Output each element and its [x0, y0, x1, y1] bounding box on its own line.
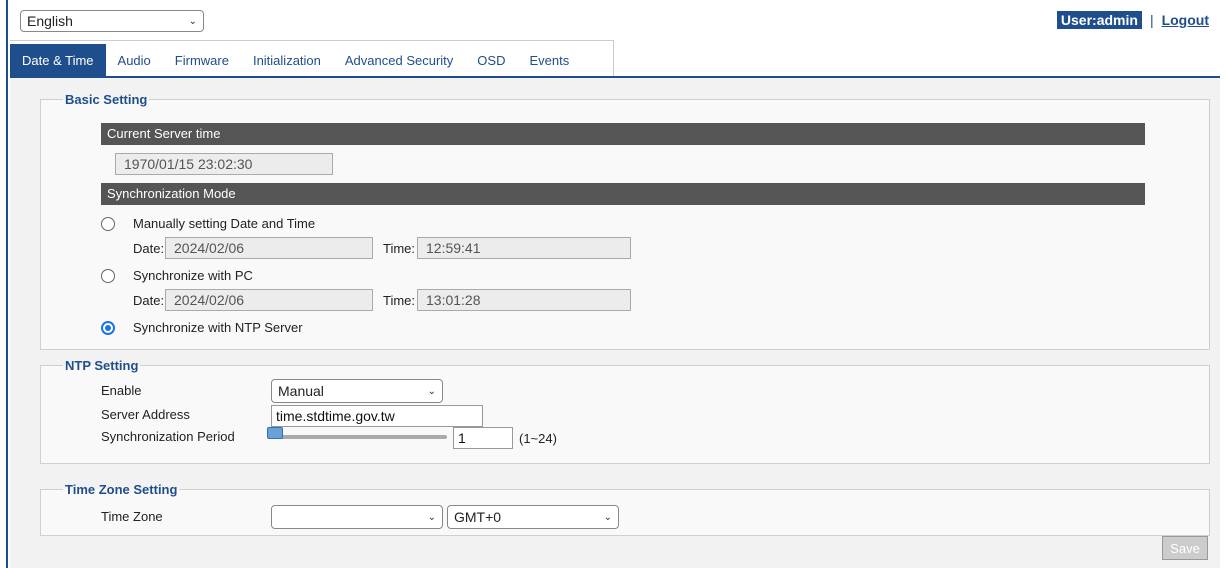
- manual-label: Manually setting Date and Time: [133, 216, 316, 231]
- time-zone-label: Time Zone: [101, 509, 163, 524]
- manual-date-field: 2024/02/06: [165, 237, 373, 259]
- sync-mode-header: Synchronization Mode: [101, 183, 1145, 205]
- basic-setting-section: Basic Setting Current Server time 1970/0…: [40, 92, 1210, 350]
- chevron-down-icon: ⌄: [603, 511, 612, 523]
- manual-time-field: 12:59:41: [417, 237, 631, 259]
- tab-events[interactable]: Events: [517, 44, 582, 76]
- pc-time-label: Time:: [383, 293, 416, 308]
- ntp-setting-section: NTP Setting Enable Manual ⌄ Server Addre…: [40, 358, 1210, 464]
- separator: |: [1149, 12, 1154, 28]
- tab-date-time[interactable]: Date & Time: [10, 44, 106, 76]
- tabs-right-border: [613, 40, 614, 76]
- server-address-input[interactable]: time.stdtime.gov.tw: [271, 405, 483, 427]
- pc-date-label: Date:: [133, 293, 165, 308]
- tab-audio[interactable]: Audio: [105, 44, 163, 76]
- sync-period-range: (1~24): [519, 431, 557, 446]
- language-select-value: English: [27, 13, 73, 29]
- current-server-time-field: 1970/01/15 23:02:30: [115, 153, 333, 175]
- left-edge: [0, 0, 8, 568]
- user-area: User:admin | Logout: [1056, 11, 1209, 29]
- sync-period-slider-thumb[interactable]: [267, 427, 283, 439]
- pc-date-field: 2024/02/06: [165, 289, 373, 311]
- ntp-setting-legend: NTP Setting: [65, 358, 139, 373]
- chevron-down-icon: ⌄: [427, 385, 436, 397]
- time-zone-section: Time Zone Setting Time Zone ⌄ GMT+0 ⌄: [40, 482, 1210, 536]
- time-zone-offset-select[interactable]: GMT+0 ⌄: [447, 505, 619, 529]
- sync-period-input[interactable]: 1: [453, 427, 513, 449]
- tab-advanced-security[interactable]: Advanced Security: [332, 44, 466, 76]
- chevron-down-icon: ⌄: [427, 511, 436, 523]
- save-button[interactable]: Save: [1162, 536, 1208, 560]
- enable-select-value: Manual: [278, 383, 324, 399]
- time-zone-offset-value: GMT+0: [454, 509, 502, 525]
- pc-time-field: 13:01:28: [417, 289, 631, 311]
- time-zone-region-select[interactable]: ⌄: [271, 505, 443, 529]
- tab-bar: Date & Time Audio Firmware Initializatio…: [10, 44, 582, 76]
- manual-radio[interactable]: [101, 217, 115, 231]
- manual-time-label: Time:: [383, 241, 416, 256]
- ntp-label: Synchronize with NTP Server: [133, 320, 303, 335]
- basic-setting-legend: Basic Setting: [65, 92, 148, 107]
- manual-date-label: Date:: [133, 241, 165, 256]
- ntp-radio[interactable]: [101, 321, 115, 335]
- enable-label: Enable: [101, 383, 142, 398]
- pc-radio[interactable]: [101, 269, 115, 283]
- tab-initialization[interactable]: Initialization: [240, 44, 333, 76]
- current-server-time-header: Current Server time: [101, 123, 1145, 145]
- tabs-top-border: [10, 40, 613, 41]
- top-bar: English ⌄ User:admin | Logout: [12, 8, 1217, 36]
- enable-select[interactable]: Manual ⌄: [271, 379, 443, 403]
- logout-link[interactable]: Logout: [1162, 12, 1209, 28]
- tab-osd[interactable]: OSD: [465, 44, 518, 76]
- server-address-label: Server Address: [101, 407, 190, 422]
- time-zone-legend: Time Zone Setting: [65, 482, 178, 497]
- chevron-down-icon: ⌄: [188, 15, 197, 27]
- sync-period-slider-track[interactable]: [271, 435, 447, 439]
- main-panel: Basic Setting Current Server time 1970/0…: [10, 76, 1220, 568]
- sync-period-label: Synchronization Period: [101, 429, 235, 444]
- language-select[interactable]: English ⌄: [20, 10, 204, 32]
- pc-label: Synchronize with PC: [133, 268, 253, 283]
- tab-firmware[interactable]: Firmware: [162, 44, 241, 76]
- user-label: User:admin: [1056, 11, 1142, 29]
